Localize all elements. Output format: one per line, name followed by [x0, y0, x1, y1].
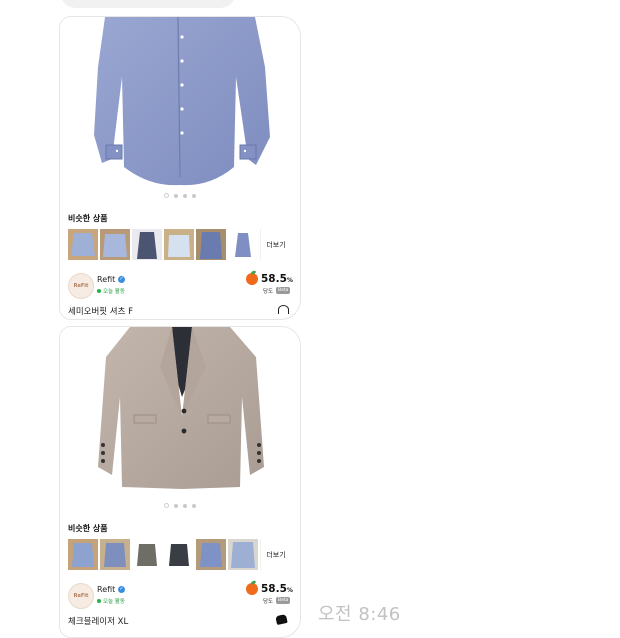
- seller-activity-status: 오늘 활동: [103, 599, 125, 605]
- product-card-shirt[interactable]: 비슷한 상품 더보기 ReFit Refit ✓ 오늘 활동 58.5% 당도 …: [59, 16, 301, 320]
- seller-avatar[interactable]: ReFit: [68, 273, 94, 299]
- more-similar-button[interactable]: 더보기: [260, 539, 291, 570]
- sweetness-label: 당도: [263, 599, 274, 605]
- verified-check-icon: ✓: [118, 586, 125, 593]
- item-title[interactable]: 체크블레이저 XL: [68, 615, 128, 627]
- similar-product-thumb[interactable]: [164, 539, 194, 570]
- similar-product-thumb[interactable]: [68, 539, 98, 570]
- item-title[interactable]: 세미오버핏 셔츠 F: [68, 305, 133, 317]
- pager-dot[interactable]: [174, 504, 178, 508]
- previous-message-bubble: [60, 0, 236, 8]
- similar-product-thumb[interactable]: [132, 229, 162, 260]
- pager-dot[interactable]: [192, 504, 196, 508]
- pager-dot[interactable]: [183, 504, 187, 508]
- peach-icon: [246, 273, 258, 285]
- pager-dot[interactable]: [183, 194, 187, 198]
- product-image[interactable]: [60, 17, 300, 197]
- peach-icon: [246, 583, 258, 595]
- similar-products-title: 비슷한 상품: [68, 214, 108, 223]
- more-similar-button[interactable]: 더보기: [260, 229, 291, 260]
- active-status-dot-icon: [97, 289, 101, 293]
- similar-product-thumb[interactable]: [228, 229, 258, 260]
- beta-badge: Beta: [276, 287, 291, 294]
- pager-dot[interactable]: [164, 503, 169, 508]
- similar-product-thumb[interactable]: [132, 539, 162, 570]
- seller-avatar[interactable]: ReFit: [68, 583, 94, 609]
- similar-product-thumb[interactable]: [228, 539, 258, 570]
- pager-dot[interactable]: [174, 194, 178, 198]
- image-pager-dots[interactable]: [60, 503, 300, 508]
- pager-dot[interactable]: [192, 194, 196, 198]
- verified-check-icon: ✓: [118, 276, 125, 283]
- beta-badge: Beta: [276, 597, 291, 604]
- sweetness-score: 58.5%: [261, 583, 293, 595]
- similar-products-title: 비슷한 상품: [68, 524, 108, 533]
- heart-icon[interactable]: [278, 305, 289, 314]
- similar-product-thumb[interactable]: [100, 539, 130, 570]
- similar-product-thumb[interactable]: [100, 229, 130, 260]
- pager-dot[interactable]: [164, 193, 169, 198]
- image-pager-dots[interactable]: [60, 193, 300, 198]
- seller-name[interactable]: Refit: [97, 275, 115, 284]
- product-image[interactable]: [60, 327, 300, 507]
- product-card-blazer[interactable]: 비슷한 상품 더보기 ReFit Refit ✓ 오늘 활동 58.5% 당도 …: [59, 326, 301, 638]
- seller-name[interactable]: Refit: [97, 585, 115, 594]
- similar-product-thumb[interactable]: [196, 229, 226, 260]
- active-status-dot-icon: [97, 599, 101, 603]
- similar-product-thumb[interactable]: [68, 229, 98, 260]
- seller-activity-status: 오늘 활동: [103, 289, 125, 295]
- sweetness-label: 당도: [263, 289, 274, 295]
- sweetness-score: 58.5%: [261, 273, 293, 285]
- similar-product-thumb[interactable]: [164, 229, 194, 260]
- message-timestamp: 오전 8:46: [318, 604, 401, 625]
- similar-product-thumb[interactable]: [196, 539, 226, 570]
